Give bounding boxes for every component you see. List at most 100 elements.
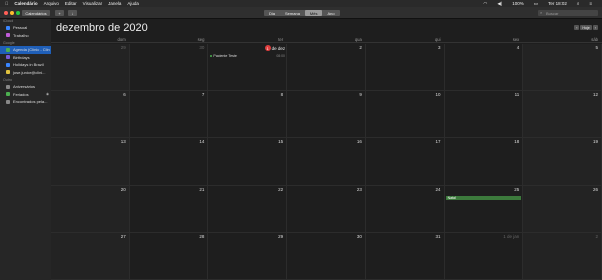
day-cell[interactable]: 27 [51, 232, 130, 280]
day-cell[interactable]: 31 [365, 232, 445, 280]
event-natal[interactable]: Natal [445, 195, 522, 200]
weekday-label: seg [197, 37, 205, 42]
day-cell[interactable]: 24 [365, 185, 445, 233]
sidebar-item-label: Trabalho [13, 32, 29, 38]
view-year-tab[interactable]: Ano [322, 10, 339, 16]
apple-icon[interactable]:  [5, 1, 8, 6]
day-number: 18 [514, 139, 520, 145]
day-cell[interactable]: 22 [208, 185, 288, 233]
day-number: 4 [516, 45, 520, 50]
day-cell[interactable]: 1 de jan [444, 232, 524, 280]
close-window-button[interactable] [4, 11, 8, 15]
menu-editar[interactable]: Editar [65, 1, 77, 6]
add-event-button[interactable]: + [55, 10, 64, 16]
sidebar-item-jose[interactable]: jose.junior@clini... [0, 69, 51, 77]
day-number: 28 [199, 233, 205, 239]
day-number: 22 [278, 186, 284, 192]
day-cell[interactable]: 9 [287, 91, 366, 139]
day-cell[interactable]: 25 Natal [444, 185, 524, 233]
day-cell[interactable]: 18 [444, 138, 524, 186]
sidebar-item-birthdays[interactable]: Birthdays [0, 54, 51, 62]
day-number: 19 [592, 139, 598, 145]
day-number: 30 [356, 233, 362, 239]
day-cell[interactable]: 30 [129, 44, 209, 92]
day-cell[interactable]: 4 [444, 44, 524, 92]
day-cell[interactable]: 15 [208, 138, 288, 186]
checkbox-feriados[interactable] [6, 92, 10, 97]
day-cell[interactable]: 7 [129, 91, 209, 139]
checkbox-encontrados[interactable] [6, 99, 10, 104]
day-cell[interactable]: 1 de dez Paciente Teste 08:00 [208, 44, 288, 92]
day-cell[interactable]: 29 [208, 232, 288, 280]
day-cell[interactable]: 3 [365, 44, 445, 92]
day-cell[interactable]: 11 [444, 91, 524, 139]
day-cell[interactable]: 30 [287, 232, 366, 280]
view-month-tab[interactable]: Mês [304, 10, 323, 16]
sidebar-item-aniversarios[interactable]: Aniversários [0, 83, 51, 91]
day-cell[interactable]: 17 [365, 138, 445, 186]
control-center-icon[interactable]: ≡ [589, 1, 592, 6]
sidebar-item-label: Pessoal [13, 25, 28, 31]
sidebar-item-feriados[interactable]: Feriados ◉ [0, 91, 51, 99]
search-menubar-icon[interactable]: ⌕ [577, 1, 580, 6]
checkbox-trabalho[interactable] [6, 33, 10, 38]
download-icon[interactable]: ↓ [68, 10, 77, 16]
today-button[interactable]: Hoje [580, 25, 592, 30]
weekday-label: qua [354, 37, 362, 42]
clock[interactable]: Ter 18:02 [548, 1, 567, 6]
minimize-window-button[interactable] [10, 11, 14, 15]
day-cell[interactable]: 10 [365, 91, 445, 139]
menu-app[interactable]: Calendário [14, 1, 37, 6]
day-cell[interactable]: 23 [287, 185, 366, 233]
checkbox-pessoal[interactable] [6, 25, 10, 30]
day-cell[interactable]: 29 [51, 44, 130, 92]
event-paciente-teste[interactable]: Paciente Teste 08:00 [210, 54, 285, 58]
menu-arquivo[interactable]: Arquivo [44, 1, 59, 6]
day-cell[interactable]: 21 [129, 185, 209, 233]
search-placeholder: Buscar [546, 10, 559, 16]
day-cell[interactable]: 12 [523, 91, 602, 139]
day-cell[interactable]: 5 [523, 44, 602, 92]
day-cell[interactable]: 13 [51, 138, 130, 186]
weekday-label: sex [512, 37, 520, 42]
sidebar-item-trabalho[interactable]: Trabalho [0, 32, 51, 40]
day-cell[interactable]: 8 [208, 91, 288, 139]
menu-visualizar[interactable]: Visualizar [83, 1, 102, 6]
sidebar-item-agenda[interactable]: Agenda (Clínic - Clin [0, 46, 51, 54]
wifi-icon[interactable]: ◠ [483, 1, 487, 7]
next-month-button[interactable]: › [592, 25, 598, 30]
search-input[interactable]: ⌕ Buscar [538, 10, 598, 16]
day-cell[interactable]: 2 [287, 44, 366, 92]
weekday-label: dom [117, 37, 126, 42]
view-day-tab[interactable]: Dia [264, 10, 280, 16]
menu-janela[interactable]: Janela [108, 1, 121, 6]
day-cell[interactable]: 2 [523, 232, 602, 280]
day-cell[interactable]: 19 [523, 138, 602, 186]
checkbox-aniversarios[interactable] [6, 84, 10, 89]
calendars-button[interactable]: Calendários [22, 10, 50, 16]
day-number: 12 [592, 92, 598, 98]
checkbox-birthdays[interactable] [6, 55, 10, 60]
day-cell[interactable]: 28 [129, 232, 209, 280]
calendar-main: dezembro de 2020 ‹ Hoje › dom seg ter qu… [51, 19, 602, 280]
menu-ajuda[interactable]: Ajuda [127, 1, 139, 6]
day-cell[interactable]: 16 [287, 138, 366, 186]
sidebar-item-encontrados[interactable]: Encontrados pela... [0, 98, 51, 106]
checkbox-agenda[interactable] [6, 47, 10, 52]
checkbox-holidays[interactable] [6, 62, 10, 67]
day-number: 2 [595, 233, 598, 239]
day-cell[interactable]: 20 [51, 185, 130, 233]
day-cell[interactable]: 26 [523, 185, 602, 233]
sidebar-item-holidays[interactable]: Holidays in Brazil [0, 61, 51, 69]
day-cell[interactable]: 6 [51, 91, 130, 139]
day-number: 13 [120, 139, 126, 145]
prev-month-button[interactable]: ‹ [574, 25, 580, 30]
zoom-window-button[interactable] [16, 11, 20, 15]
day-number: 27 [120, 233, 126, 239]
view-week-tab[interactable]: Semana [280, 10, 305, 16]
volume-icon[interactable]: ◀) [497, 1, 502, 7]
sidebar-item-pessoal[interactable]: Pessoal [0, 24, 51, 32]
day-cell[interactable]: 14 [129, 138, 209, 186]
checkbox-jose[interactable] [6, 70, 10, 75]
battery-percent[interactable]: 100% [512, 1, 524, 6]
